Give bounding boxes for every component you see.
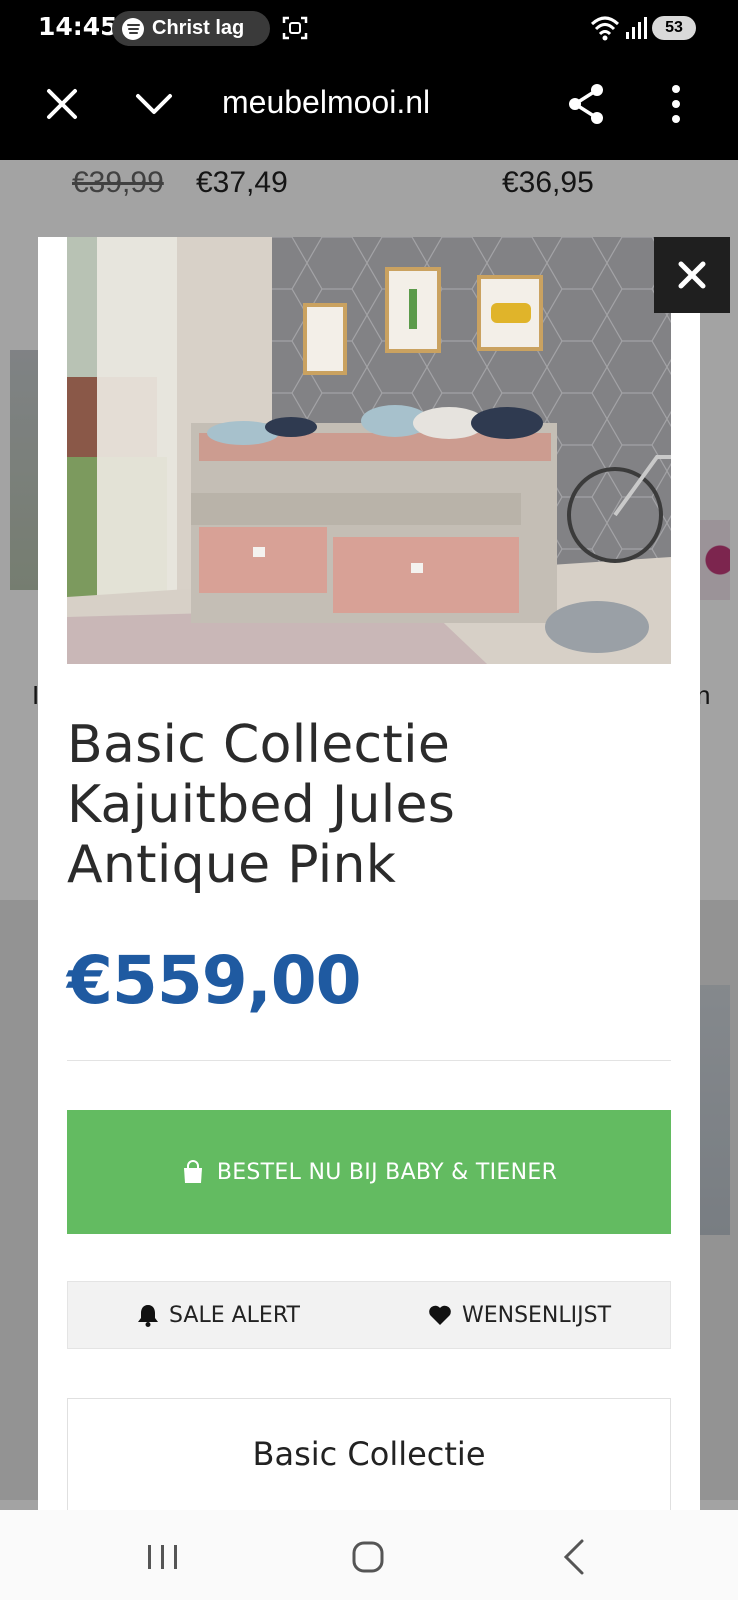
screenshot-icon [282, 16, 308, 40]
more-vert-icon[interactable] [668, 84, 684, 124]
browser-toolbar: meubelmooi.nl [0, 56, 738, 160]
product-image [67, 237, 671, 664]
chevron-down-icon[interactable] [134, 90, 174, 118]
back-icon[interactable] [562, 1538, 586, 1576]
heart-icon [429, 1305, 451, 1325]
product-price: €559,00 [67, 942, 362, 1019]
order-button[interactable]: BESTEL NU BIJ BABY & TIENER [67, 1110, 671, 1234]
share-icon[interactable] [566, 82, 606, 126]
spotify-icon [122, 17, 144, 40]
signal-icon [626, 17, 647, 39]
divider [67, 1060, 671, 1061]
close-icon[interactable] [44, 86, 80, 122]
close-icon [678, 261, 706, 289]
home-icon[interactable] [351, 1540, 385, 1574]
brand-box: Basic Collectie [67, 1398, 671, 1510]
system-nav-bar [0, 1510, 738, 1600]
brand-title: Basic Collectie [252, 1435, 486, 1473]
modal-close-button[interactable] [654, 237, 730, 313]
url-domain[interactable]: meubelmooi.nl [222, 84, 430, 121]
product-title: Basic Collectie Kajuitbed Jules Antique … [67, 715, 456, 895]
bell-icon [138, 1305, 159, 1327]
sale-alert-label: SALE ALERT [169, 1302, 300, 1328]
status-bar: 14:45 Christ lag 53 [0, 0, 738, 56]
sale-alert-button[interactable]: SALE ALERT [68, 1282, 369, 1348]
wishlist-button[interactable]: WENSENLIJST [369, 1282, 670, 1348]
shopping-bag-icon [183, 1160, 202, 1183]
wishlist-label: WENSENLIJST [461, 1302, 612, 1328]
product-modal: Basic Collectie Kajuitbed Jules Antique … [38, 237, 700, 1510]
status-time: 14:45 [38, 12, 118, 41]
wifi-icon [590, 16, 620, 41]
media-title: Christ lag [152, 17, 245, 39]
recents-icon[interactable] [146, 1543, 180, 1571]
action-row: SALE ALERT WENSENLIJST [67, 1281, 671, 1349]
media-notification-pill[interactable]: Christ lag [112, 11, 270, 46]
battery-indicator: 53 [652, 16, 696, 40]
order-button-label: BESTEL NU BIJ BABY & TIENER [216, 1159, 558, 1185]
